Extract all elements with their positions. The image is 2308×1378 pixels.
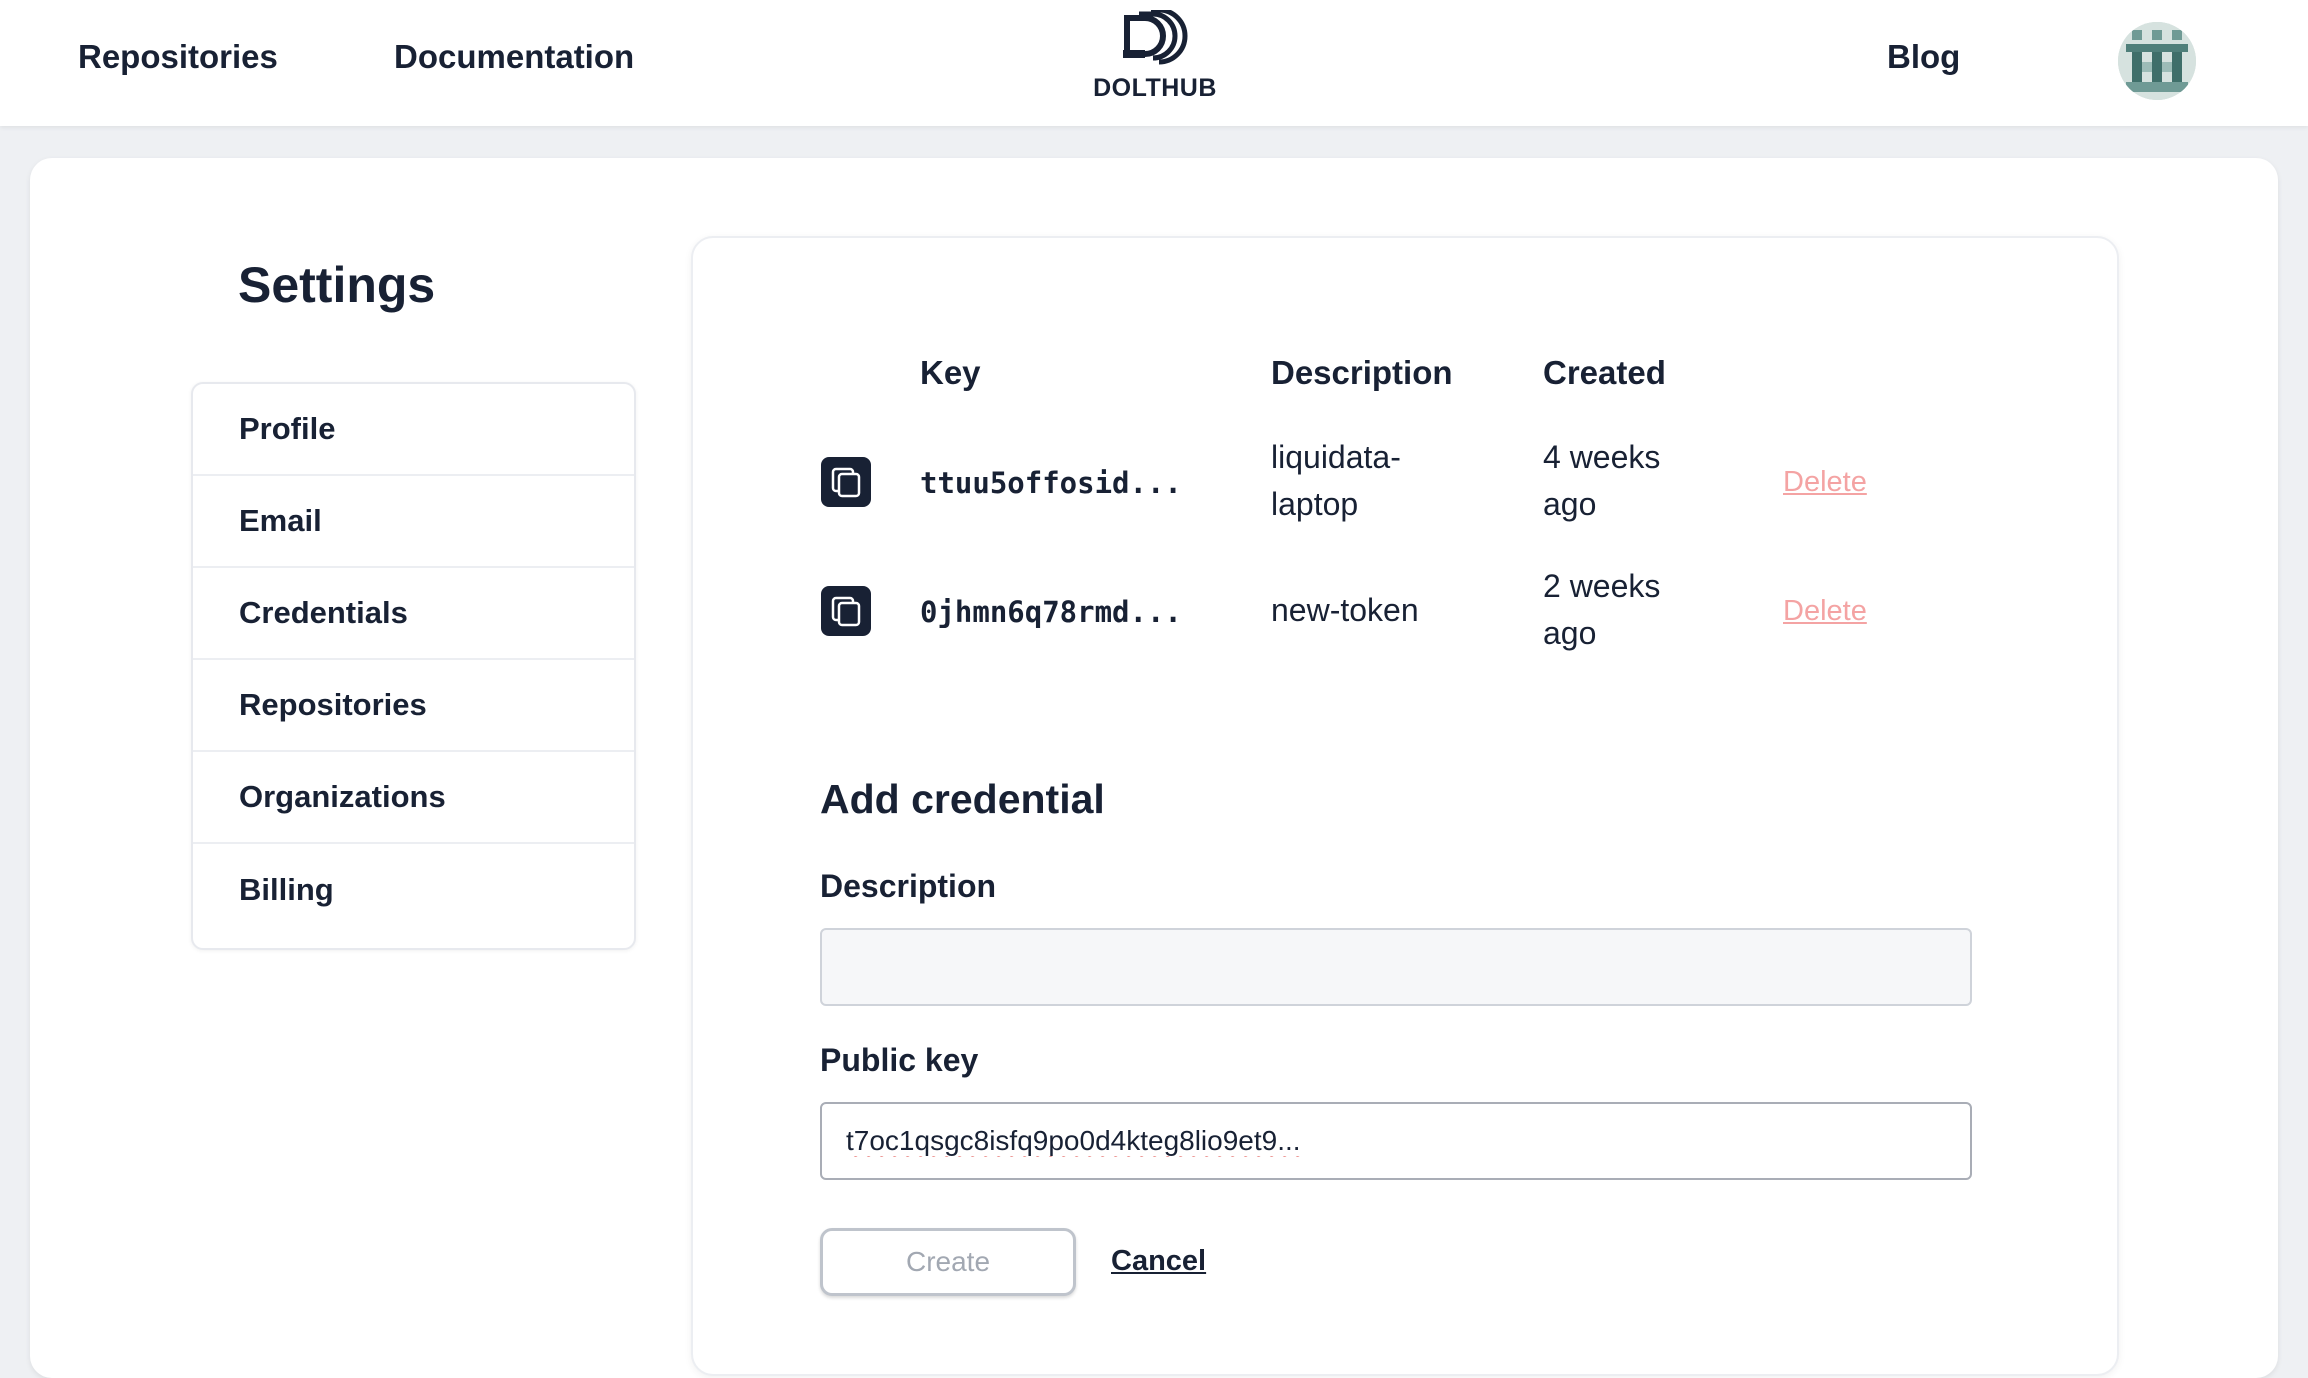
dolthub-logo[interactable]: DOLTHUB (1090, 10, 1220, 110)
public-key-input[interactable] (820, 1102, 1972, 1180)
copy-key-button[interactable] (821, 457, 871, 507)
cancel-link[interactable]: Cancel (1111, 1245, 1206, 1278)
logo-wordmark: DOLTHUB (1093, 74, 1217, 102)
nav-documentation-link[interactable]: Documentation (394, 38, 634, 76)
description-input[interactable] (820, 928, 1972, 1006)
top-nav-bar: Repositories Documentation DOLTHUB Blog (0, 0, 2308, 126)
page-title: Settings (238, 257, 436, 313)
credential-key: 0jhmn6q78rmd... (920, 595, 1182, 629)
create-button[interactable]: Create (820, 1228, 1076, 1296)
sidebar-item-organizations[interactable]: Organizations (193, 752, 634, 844)
sidebar-item-repositories[interactable]: Repositories (193, 660, 634, 752)
column-header-created: Created (1543, 354, 1666, 391)
identicon-icon (2118, 22, 2196, 100)
nav-blog-link[interactable]: Blog (1887, 38, 1960, 76)
credential-key: ttuu5offosid... (920, 466, 1182, 500)
credential-created: 4 weeks ago (1543, 439, 1661, 522)
credential-description: new-token (1271, 592, 1419, 628)
delete-credential-link[interactable]: Delete (1783, 595, 1867, 628)
settings-sidebar: Profile Email Credentials Repositories O… (191, 382, 636, 950)
add-credential-heading: Add credential (820, 776, 1105, 822)
sidebar-item-profile[interactable]: Profile (193, 384, 634, 476)
credential-created: 2 weeks ago (1543, 568, 1661, 651)
column-header-key: Key (920, 354, 981, 391)
user-avatar[interactable] (2118, 22, 2196, 100)
copy-key-button[interactable] (821, 586, 871, 636)
copy-icon (831, 596, 861, 627)
dolthub-logo-icon (1123, 10, 1188, 65)
description-field-label: Description (820, 868, 997, 904)
copy-icon (831, 467, 861, 498)
sidebar-item-credentials[interactable]: Credentials (193, 568, 634, 660)
delete-credential-link[interactable]: Delete (1783, 466, 1867, 499)
nav-repositories-link[interactable]: Repositories (78, 38, 278, 76)
credential-description: liquidata-laptop (1271, 439, 1401, 522)
public-key-field-label: Public key (820, 1042, 979, 1078)
sidebar-item-billing[interactable]: Billing (193, 844, 634, 936)
sidebar-item-email[interactable]: Email (193, 476, 634, 568)
column-header-description: Description (1271, 354, 1453, 391)
